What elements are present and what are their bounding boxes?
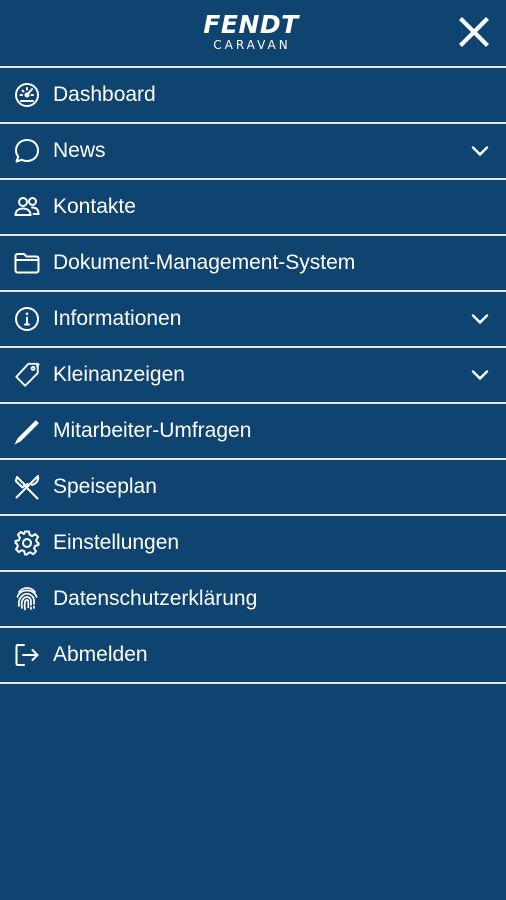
- navigation-drawer: FENDT CARAVAN Dashboard News Kontakte Do…: [0, 0, 506, 900]
- chevron-down-icon[interactable]: [468, 139, 492, 163]
- menu-item-document-management[interactable]: Dokument-Management-System: [0, 236, 506, 292]
- pencil-icon: [13, 417, 41, 445]
- users-icon: [13, 193, 41, 221]
- logout-icon: [13, 641, 41, 669]
- chevron-down-icon[interactable]: [468, 363, 492, 387]
- close-button[interactable]: [454, 12, 494, 52]
- chevron-down-icon[interactable]: [468, 307, 492, 331]
- menu-item-information[interactable]: Informationen: [0, 292, 506, 348]
- menu-label: Datenschutzerklärung: [53, 587, 258, 610]
- fingerprint-icon: [13, 585, 41, 613]
- menu-item-contacts[interactable]: Kontakte: [0, 180, 506, 236]
- utensils-icon: [13, 473, 41, 501]
- fendt-caravan-logo: FENDT CARAVAN: [194, 12, 308, 56]
- menu-label: Abmelden: [53, 643, 148, 666]
- chat-bubble-icon: [13, 137, 41, 165]
- menu-item-meal-plan[interactable]: Speiseplan: [0, 460, 506, 516]
- main-menu: Dashboard News Kontakte Dokument-Managem…: [0, 66, 506, 684]
- menu-item-news[interactable]: News: [0, 124, 506, 180]
- menu-label: Speiseplan: [53, 475, 157, 498]
- tag-icon: [13, 361, 41, 389]
- menu-item-employee-surveys[interactable]: Mitarbeiter-Umfragen: [0, 404, 506, 460]
- menu-item-privacy-policy[interactable]: Datenschutzerklärung: [0, 572, 506, 628]
- menu-label: Kontakte: [53, 195, 136, 218]
- menu-item-dashboard[interactable]: Dashboard: [0, 68, 506, 124]
- close-icon: [459, 17, 489, 47]
- menu-label: News: [53, 139, 106, 162]
- menu-label: Dashboard: [53, 83, 156, 106]
- menu-label: Dokument-Management-System: [53, 251, 356, 274]
- menu-label: Einstellungen: [53, 531, 180, 554]
- gear-icon: [13, 529, 41, 557]
- folder-icon: [13, 249, 41, 277]
- logo-main-text: FENDT: [203, 10, 299, 39]
- logo-sub-text: CARAVAN: [213, 38, 291, 52]
- speedometer-icon: [13, 81, 41, 109]
- menu-label: Mitarbeiter-Umfragen: [53, 419, 252, 442]
- menu-item-settings[interactable]: Einstellungen: [0, 516, 506, 572]
- drawer-header: FENDT CARAVAN: [0, 0, 506, 66]
- menu-item-classifieds[interactable]: Kleinanzeigen: [0, 348, 506, 404]
- menu-label: Informationen: [53, 307, 182, 330]
- menu-label: Kleinanzeigen: [53, 363, 185, 386]
- info-icon: [13, 305, 41, 333]
- menu-item-logout[interactable]: Abmelden: [0, 628, 506, 684]
